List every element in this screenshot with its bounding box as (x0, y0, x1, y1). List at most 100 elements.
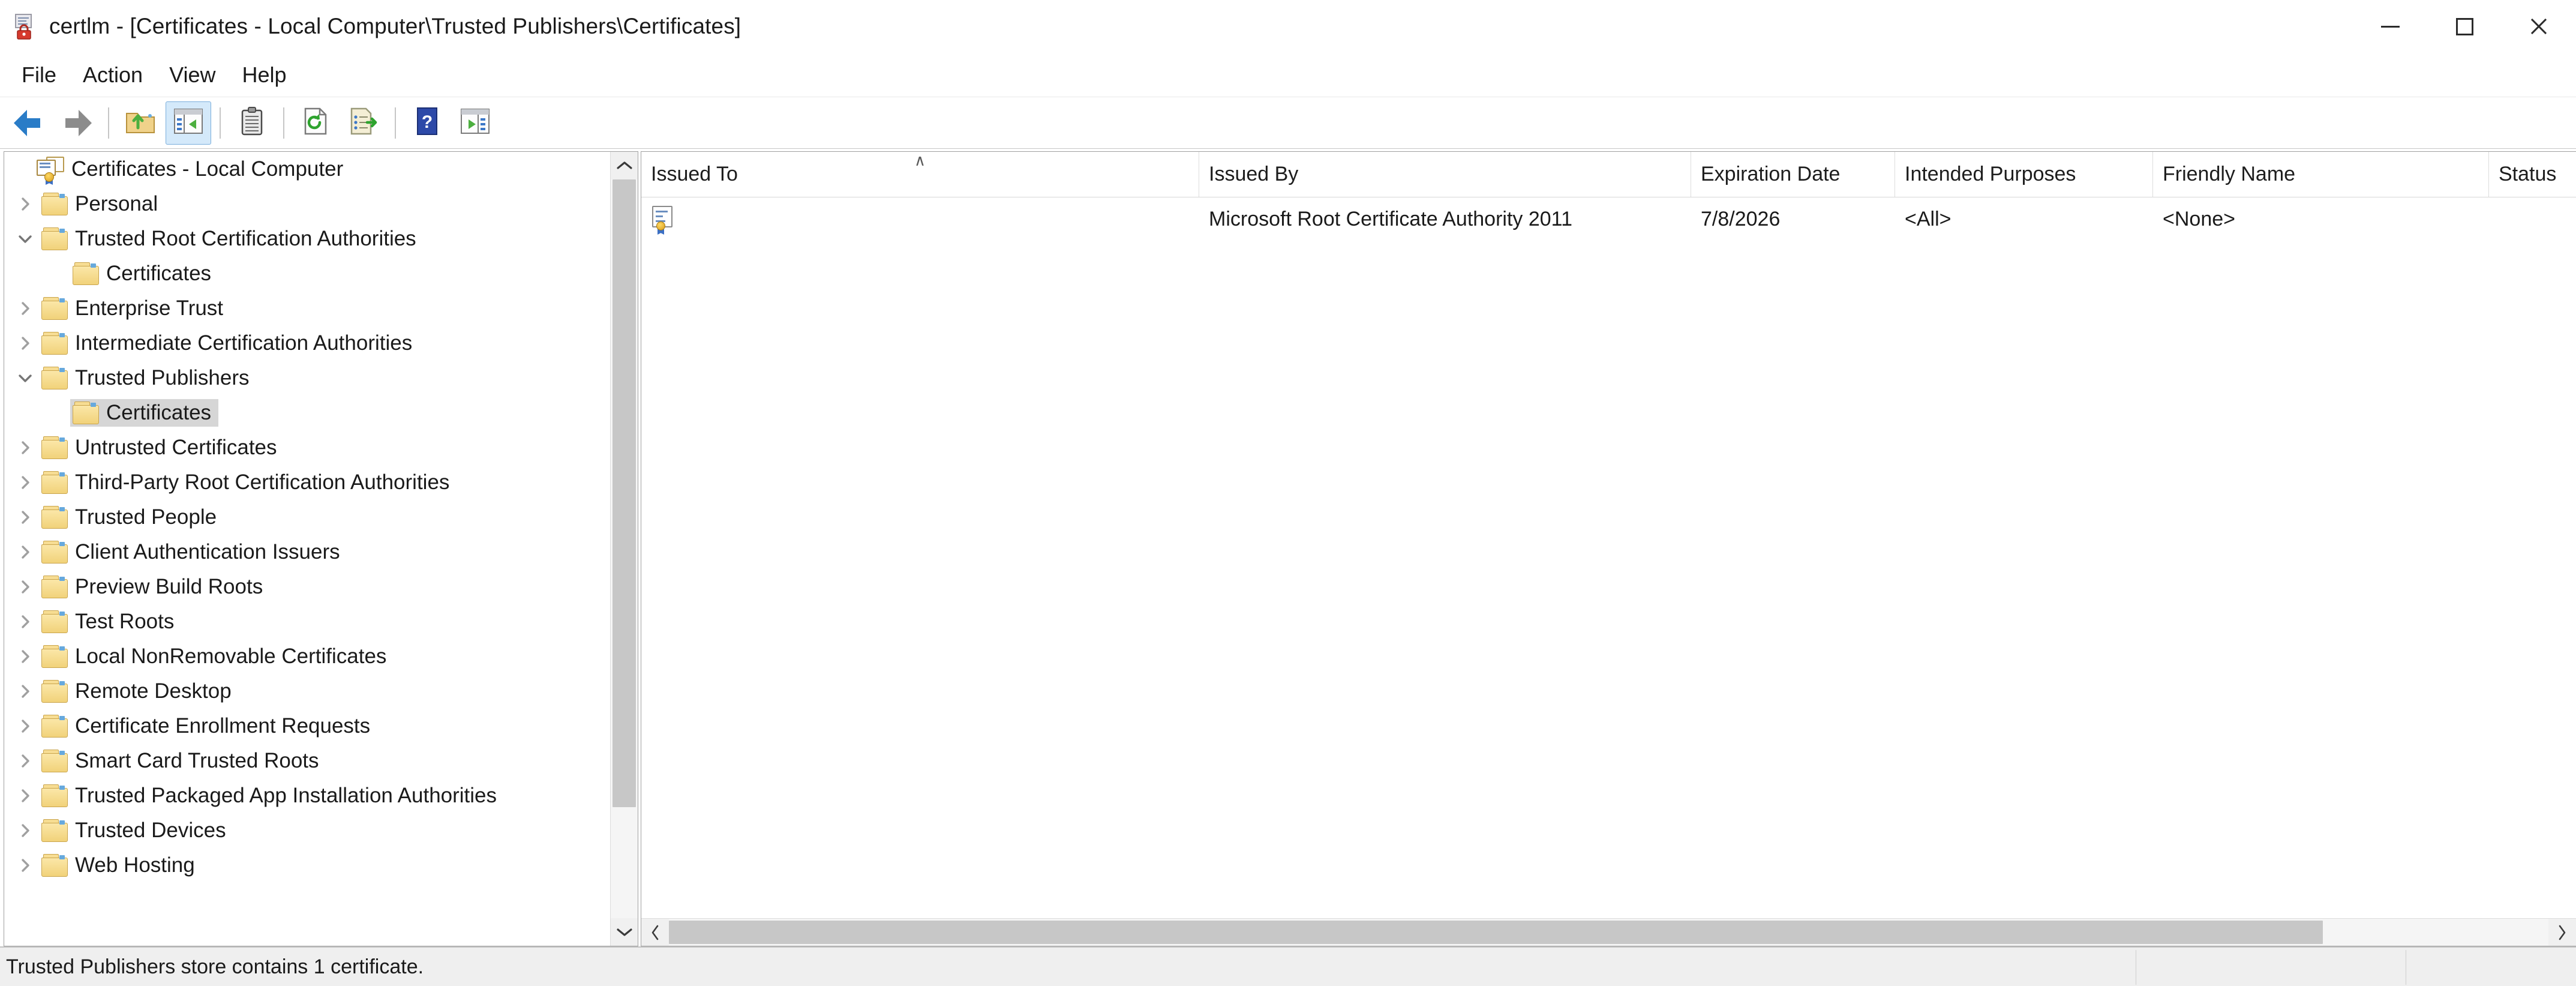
toolbar-up-one-level-button[interactable] (118, 101, 163, 145)
menu-item-help[interactable]: Help (229, 59, 299, 91)
chevron-down-icon[interactable] (11, 361, 39, 395)
tree-item-certificates-local-computer[interactable]: Certificates - Local Computer (4, 152, 610, 187)
maximize-button[interactable] (2427, 0, 2502, 53)
tree-item-content[interactable]: Local NonRemovable Certificates (39, 643, 394, 670)
toolbar-properties-button[interactable] (229, 101, 275, 145)
tree-item-untrusted-certificates[interactable]: Untrusted Certificates (4, 430, 610, 465)
tree-item-content[interactable]: Remote Desktop (39, 678, 239, 705)
chevron-right-icon[interactable] (11, 535, 39, 570)
tree-scroll-track[interactable] (611, 179, 638, 918)
toolbar-back-arrow-button[interactable] (6, 101, 52, 145)
chevron-right-icon[interactable] (11, 570, 39, 604)
tree-item-content[interactable]: Certificates (70, 260, 218, 287)
tree-item-content[interactable]: Preview Build Roots (39, 573, 270, 601)
scroll-right-button[interactable] (2548, 919, 2576, 946)
tree-vertical-scrollbar[interactable] (610, 152, 638, 946)
console-tree[interactable]: Certificates - Local Computer Personal Tru… (4, 152, 610, 946)
menu-item-file[interactable]: File (8, 59, 70, 91)
chevron-right-icon[interactable] (11, 500, 39, 535)
tree-item-intermediate-certification-authorities[interactable]: Intermediate Certification Authorities (4, 326, 610, 361)
tree-scroll-thumb[interactable] (613, 179, 636, 808)
cell-issued-to (641, 197, 1199, 241)
tree-item-trusted-devices[interactable]: Trusted Devices (4, 813, 610, 848)
list-scroll-thumb[interactable] (669, 921, 2323, 944)
tree-item-trusted-root-certification-authorities[interactable]: Trusted Root Certification Authorities (4, 221, 610, 256)
toolbar-forward-arrow-button[interactable] (54, 101, 100, 145)
tree-item-smart-card-trusted-roots[interactable]: Smart Card Trusted Roots (4, 744, 610, 778)
scroll-left-button[interactable] (641, 919, 669, 946)
tree-item-content[interactable]: Trusted Publishers (39, 364, 257, 392)
chevron-right-icon[interactable] (11, 187, 39, 221)
list-scroll-track[interactable] (669, 919, 2548, 946)
minimize-button[interactable] (2353, 0, 2427, 53)
column-header-expiration-date[interactable]: Expiration Date (1691, 152, 1895, 197)
menu-item-action[interactable]: Action (70, 59, 156, 91)
tree-item-web-hosting[interactable]: Web Hosting (4, 848, 610, 883)
column-header-issued-by[interactable]: Issued By (1199, 152, 1691, 197)
tree-item-content[interactable]: Enterprise Trust (39, 295, 230, 322)
tree-item-content[interactable]: Untrusted Certificates (39, 434, 284, 461)
tree-item-trusted-people[interactable]: Trusted People (4, 500, 610, 535)
tree-item-content[interactable]: Client Authentication Issuers (39, 538, 347, 566)
column-header-friendly-name[interactable]: Friendly Name (2153, 152, 2489, 197)
tree-item-trusted-packaged-app-installation-authorities[interactable]: Trusted Packaged App Installation Author… (4, 778, 610, 813)
tree-item-content[interactable]: Certificates (70, 399, 219, 427)
tree-item-content[interactable]: Certificate Enrollment Requests (39, 712, 377, 740)
tree-item-client-authentication-issuers[interactable]: Client Authentication Issuers (4, 535, 610, 570)
chevron-right-icon[interactable] (11, 674, 39, 709)
chevron-right-icon[interactable] (11, 465, 39, 500)
tree-item-content[interactable]: Trusted Devices (39, 817, 233, 844)
column-header-intended-purposes[interactable]: Intended Purposes (1895, 152, 2153, 197)
certificate-list[interactable]: Microsoft Root Certificate Authority 201… (641, 197, 2576, 918)
close-button[interactable] (2502, 0, 2576, 53)
tree-item-content[interactable]: Smart Card Trusted Roots (39, 747, 326, 775)
chevron-right-icon[interactable] (11, 639, 39, 674)
tree-item-content[interactable]: Trusted People (39, 504, 224, 531)
chevron-right-icon[interactable] (11, 709, 39, 744)
tree-item-certificate-enrollment-requests[interactable]: Certificate Enrollment Requests (4, 709, 610, 744)
tree-item-remote-desktop[interactable]: Remote Desktop (4, 674, 610, 709)
list-column-headers[interactable]: ∧ Issued To Issued By Expiration Date Intend… (641, 152, 2576, 197)
tree-item-test-roots[interactable]: Test Roots (4, 604, 610, 639)
tree-item-content[interactable]: Personal (39, 190, 165, 218)
folder-icon (41, 332, 68, 355)
toolbar-help-button[interactable]: ? (404, 101, 450, 145)
scroll-down-button[interactable] (611, 918, 638, 946)
chevron-right-icon[interactable] (11, 604, 39, 639)
list-horizontal-scrollbar[interactable] (641, 918, 2576, 946)
column-header-status[interactable]: Status (2489, 152, 2576, 197)
chevron-right-icon[interactable] (11, 848, 39, 883)
chevron-right-icon[interactable] (11, 291, 39, 326)
tree-item-enterprise-trust[interactable]: Enterprise Trust (4, 291, 610, 326)
tree-item-content[interactable]: Test Roots (39, 608, 181, 636)
tree-item-content[interactable]: Web Hosting (39, 852, 202, 879)
chevron-right-icon[interactable] (11, 744, 39, 778)
tree-item-local-nonremovable-certificates[interactable]: Local NonRemovable Certificates (4, 639, 610, 674)
toolbar-export-list-button[interactable] (341, 101, 386, 145)
tree-item-third-party-root-certification-authorities[interactable]: Third-Party Root Certification Authoriti… (4, 465, 610, 500)
tree-item-personal[interactable]: Personal (4, 187, 610, 221)
chevron-right-icon[interactable] (11, 326, 39, 361)
certificate-row[interactable]: Microsoft Root Certificate Authority 201… (641, 197, 2576, 241)
tree-item-trusted-publishers[interactable]: Trusted Publishers (4, 361, 610, 395)
menu-item-view[interactable]: View (156, 59, 229, 91)
chevron-down-icon[interactable] (11, 221, 39, 256)
scroll-up-button[interactable] (611, 152, 638, 179)
tree-item-preview-build-roots[interactable]: Preview Build Roots (4, 570, 610, 604)
chevron-right-icon[interactable] (11, 430, 39, 465)
tree-item-content[interactable]: Trusted Packaged App Installation Author… (39, 782, 504, 810)
tree-item-content[interactable]: Certificates - Local Computer (34, 155, 350, 185)
tree-item-content[interactable]: Trusted Root Certification Authorities (39, 225, 424, 253)
tree-item-content[interactable]: Third-Party Root Certification Authoriti… (39, 469, 457, 496)
tree-item-label: Remote Desktop (75, 679, 232, 703)
tree-item-label: Enterprise Trust (75, 296, 224, 320)
toolbar-refresh-button[interactable] (293, 101, 338, 145)
toolbar-show-hide-console-tree-button[interactable] (166, 101, 211, 145)
tree-item-certificates[interactable]: Certificates (4, 395, 610, 430)
column-header-issued-to[interactable]: ∧ Issued To (641, 152, 1199, 197)
tree-item-certificates[interactable]: Certificates (4, 256, 610, 291)
tree-item-content[interactable]: Intermediate Certification Authorities (39, 329, 419, 357)
chevron-right-icon[interactable] (11, 813, 39, 848)
toolbar-show-hide-action-pane-button[interactable] (452, 101, 498, 145)
chevron-right-icon[interactable] (11, 778, 39, 813)
